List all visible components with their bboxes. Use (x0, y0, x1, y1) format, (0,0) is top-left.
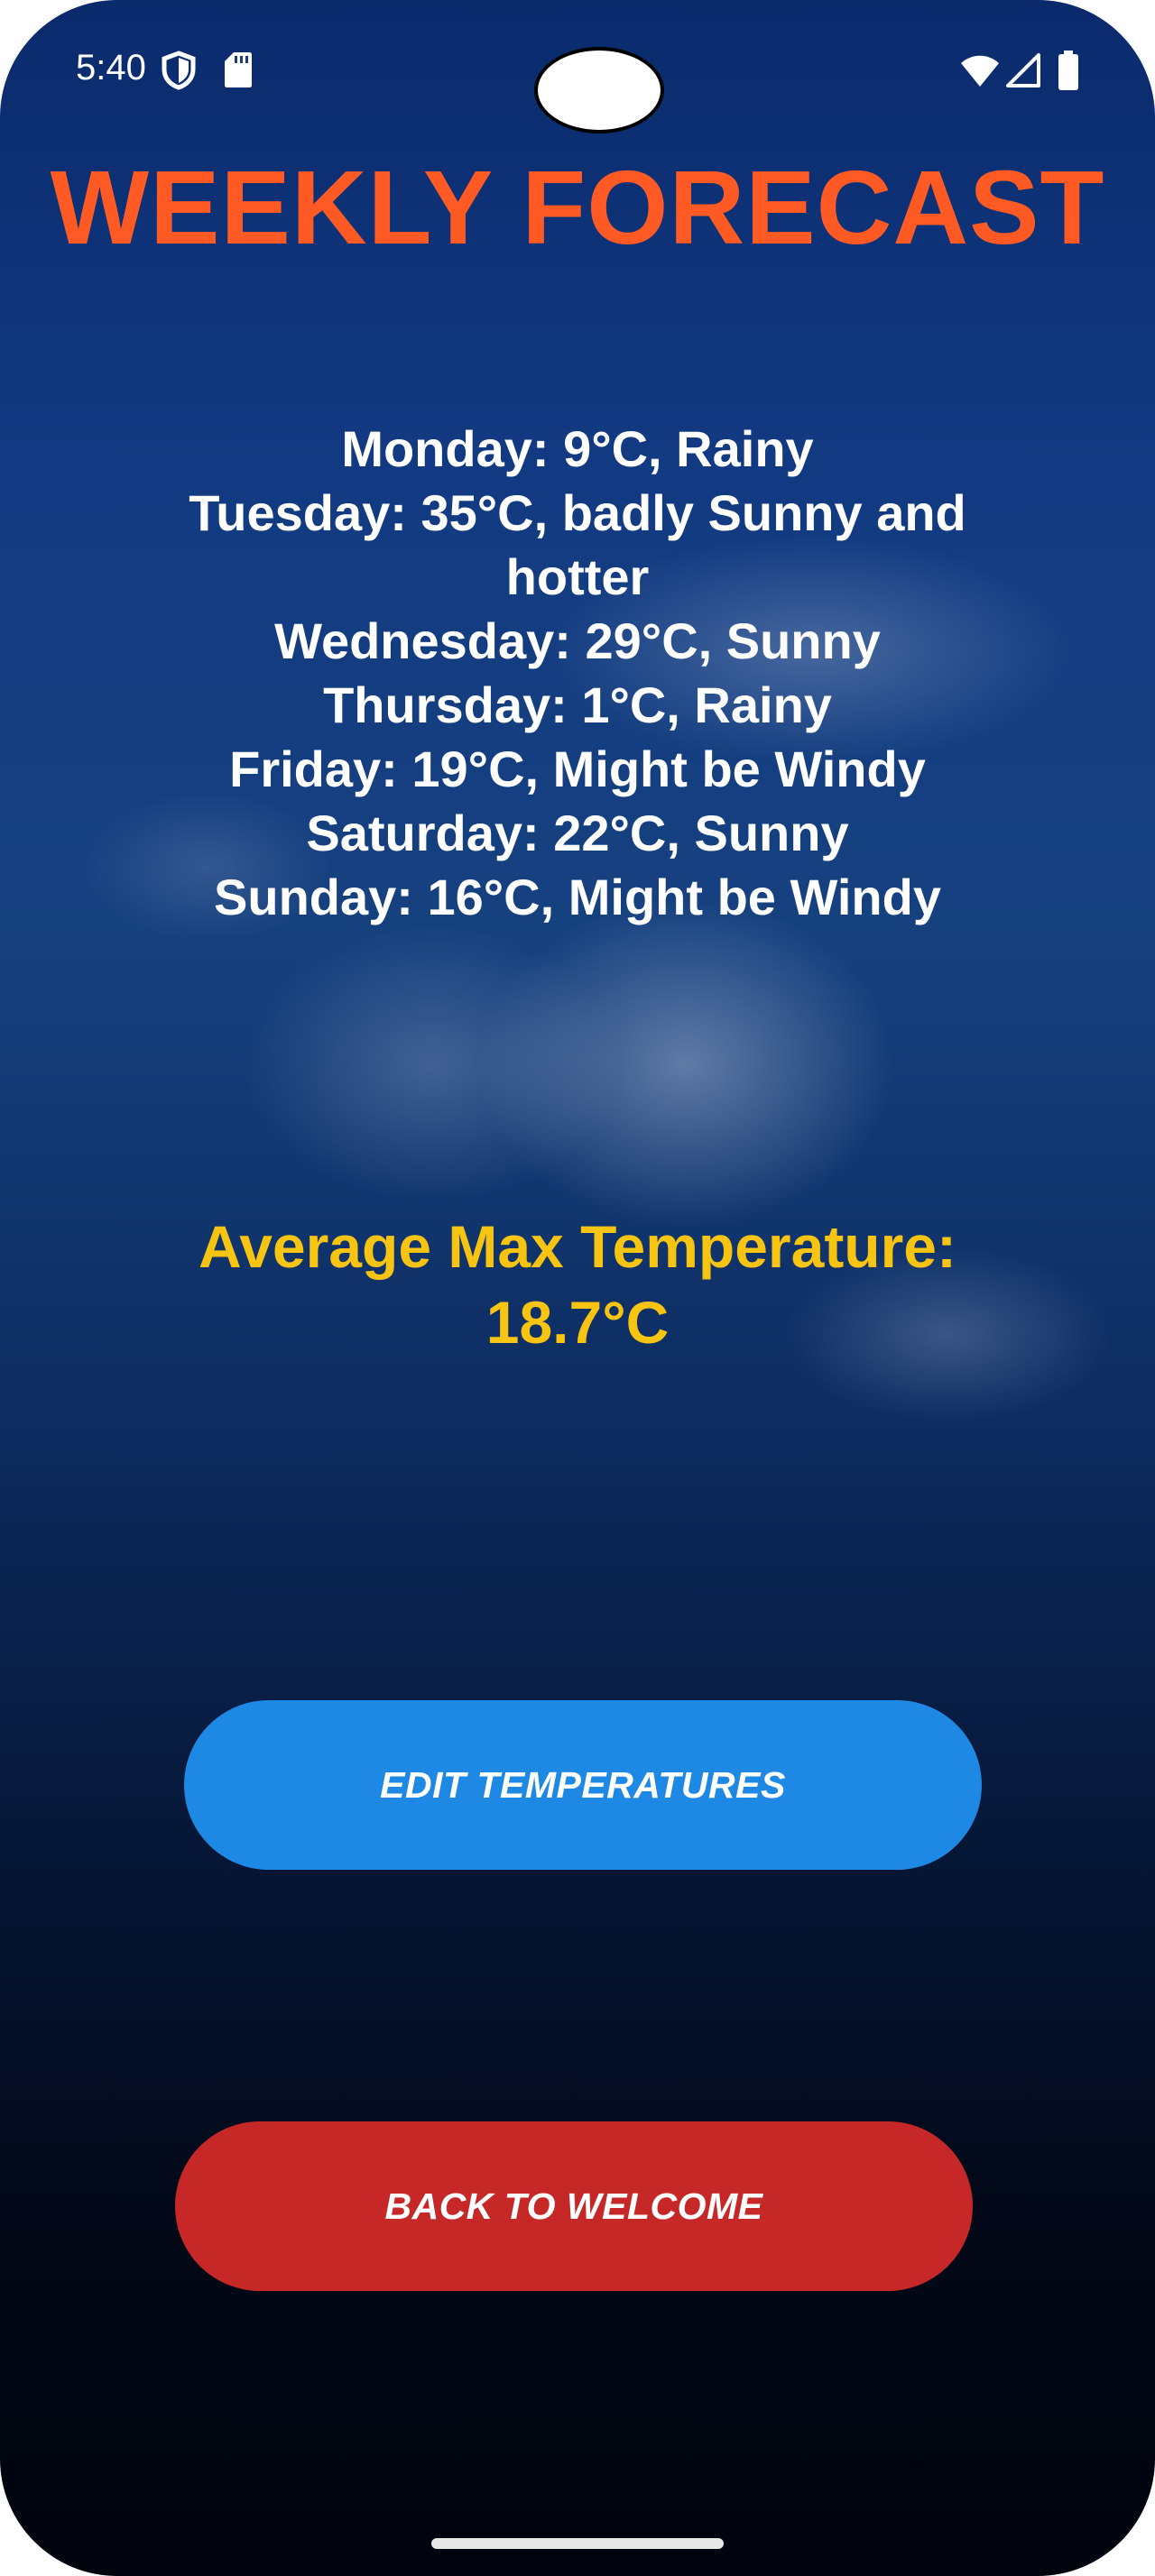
home-indicator[interactable] (431, 2538, 724, 2549)
average-max-temperature: Average Max Temperature: 18.7°C (126, 1209, 1029, 1360)
forecast-list: Monday: 9°C, Rainy Tuesday: 35°C, badly … (144, 417, 1011, 929)
sd-card-icon (225, 52, 252, 87)
average-value: 18.7°C (485, 1289, 670, 1356)
forecast-line: Monday: 9°C, Rainy (341, 420, 814, 477)
forecast-line: Saturday: 22°C, Sunny (306, 805, 849, 861)
app-screen: 5:40 WEEKLY FORECAST Monday: 9°C, Rainy … (0, 0, 1155, 2576)
forecast-line: Sunday: 16°C, Might be Windy (214, 869, 941, 925)
edit-temperatures-button[interactable]: EDIT TEMPERATURES (184, 1700, 982, 1870)
back-to-welcome-button[interactable]: BACK TO WELCOME (175, 2121, 973, 2291)
page-title: WEEKLY FORECAST (50, 149, 1105, 266)
cell-signal-icon (1006, 53, 1040, 87)
forecast-line: hotter (505, 548, 650, 605)
battery-icon (1058, 51, 1078, 90)
forecast-line: Thursday: 1°C, Rainy (323, 676, 832, 733)
forecast-line: Tuesday: 35°C, badly Sunny and (189, 484, 966, 541)
forecast-line: Friday: 19°C, Might be Windy (229, 741, 926, 797)
wifi-icon (961, 55, 999, 87)
status-time: 5:40 (76, 48, 146, 87)
front-camera-cutout (534, 47, 664, 133)
forecast-line: Wednesday: 29°C, Sunny (274, 612, 881, 669)
shield-icon (162, 51, 196, 90)
average-label: Average Max Temperature: (199, 1213, 956, 1280)
